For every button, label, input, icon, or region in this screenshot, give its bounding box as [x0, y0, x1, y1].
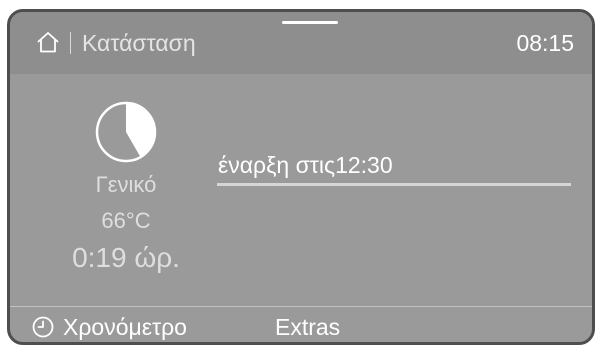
status-header: Κατάσταση 08:15 [10, 12, 592, 74]
current-time: 08:15 [516, 30, 574, 56]
program-temperature: 66°C [101, 208, 151, 233]
timer-button[interactable]: Χρονόμετρο [32, 312, 187, 342]
program-progress-pie-icon [95, 101, 157, 163]
header-divider [70, 32, 71, 54]
timer-label: Χρονόμετρο [63, 314, 187, 340]
home-icon[interactable] [36, 30, 60, 54]
program-name: Γενικό [95, 172, 157, 197]
display-screen: Κατάσταση 08:15 Γενικό 66°C 0:19 ώρ. ένα… [7, 9, 595, 345]
page-title: Κατάσταση [82, 30, 196, 56]
clock-icon [32, 316, 54, 338]
page-indicator [282, 21, 338, 24]
footer-divider [10, 306, 592, 307]
start-time-underline [217, 183, 571, 186]
start-time-text: έναρξη στις12:30 [218, 152, 393, 178]
extras-button[interactable]: Extras [275, 314, 340, 340]
program-duration: 0:19 ώρ. [72, 242, 180, 273]
